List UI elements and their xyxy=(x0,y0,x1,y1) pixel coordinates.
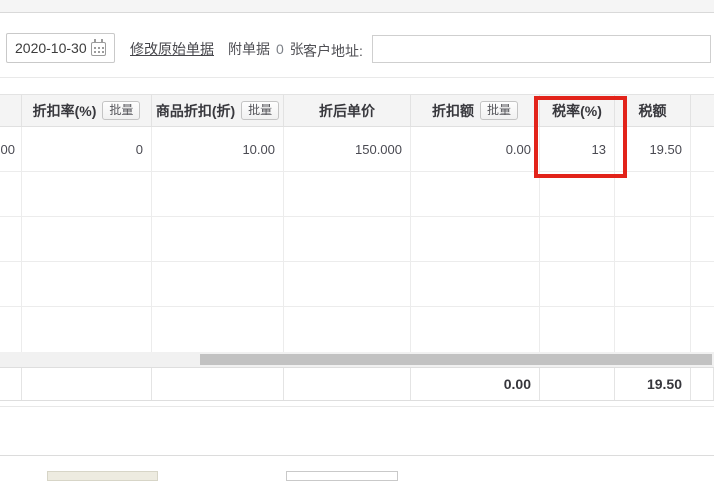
attach-doc-unit: 张 xyxy=(290,39,304,59)
cell-product-discount[interactable] xyxy=(152,172,284,216)
cell-discounted-price[interactable] xyxy=(284,307,411,352)
cell-discounted-price[interactable]: 150.000 xyxy=(284,127,411,171)
cell-discount-rate[interactable] xyxy=(22,307,152,352)
cell-tax-rate[interactable]: 13 xyxy=(540,127,615,171)
top-strip xyxy=(0,0,714,13)
col-header-extra xyxy=(691,95,714,126)
total-discount-rate xyxy=(22,368,152,400)
cell-discount-rate[interactable]: 0 xyxy=(22,127,152,171)
cell-discount-amount[interactable] xyxy=(411,262,540,306)
batch-button-discount-amount[interactable]: 批量 xyxy=(480,101,518,120)
total-tax-amount: 19.50 xyxy=(615,368,691,400)
total-discount-amount: 0.00 xyxy=(411,368,540,400)
cell-product-discount[interactable]: 10.00 xyxy=(152,127,284,171)
modify-original-doc-link[interactable]: 修改原始单据 xyxy=(130,39,214,59)
cell-tax-amount[interactable]: 19.50 xyxy=(615,127,691,171)
batch-button-discount-rate[interactable]: 批量 xyxy=(102,101,140,120)
col-header-product-discount: 商品折扣(折) 批量 xyxy=(152,95,284,126)
table-header-row: 折扣率(%) 批量 商品折扣(折) 批量 折后单价 折扣额 批量 税率(%) 税… xyxy=(0,94,714,127)
cell-discount-amount[interactable] xyxy=(411,172,540,216)
bottom-left-button-partial[interactable] xyxy=(47,471,158,481)
cell-discount-amount[interactable] xyxy=(411,307,540,352)
calendar-icon[interactable] xyxy=(91,42,106,56)
cell-discount-amount[interactable]: 0.00 xyxy=(411,127,540,171)
total-discounted-price xyxy=(284,368,411,400)
cell-rowno[interactable] xyxy=(0,172,22,216)
col-header-discount-rate: 折扣率(%) 批量 xyxy=(22,95,152,126)
scrollbar-thumb[interactable] xyxy=(200,354,712,365)
divider xyxy=(0,455,714,456)
cell-tax-rate[interactable] xyxy=(540,172,615,216)
col-header-tax-rate: 税率(%) xyxy=(540,95,615,126)
col-header-discounted-price: 折后单价 xyxy=(284,95,411,126)
customer-address-input[interactable] xyxy=(372,35,711,63)
toolbar-links: 修改原始单据 附单据 0 张 xyxy=(130,40,304,58)
cell-extra[interactable] xyxy=(691,172,714,216)
table-row xyxy=(0,307,714,352)
cell-discount-rate[interactable] xyxy=(22,172,152,216)
total-product-discount xyxy=(152,368,284,400)
attach-doc-label: 附单据 xyxy=(228,39,270,59)
batch-button-product-discount[interactable]: 批量 xyxy=(241,101,279,120)
divider xyxy=(0,406,714,407)
total-rowno xyxy=(0,368,22,400)
cell-product-discount[interactable] xyxy=(152,307,284,352)
customer-address-label: 客户地址: xyxy=(303,41,363,61)
total-tax-rate xyxy=(540,368,615,400)
cell-extra[interactable] xyxy=(691,307,714,352)
col-header-tax-amount: 税额 xyxy=(615,95,691,126)
cell-discounted-price[interactable] xyxy=(284,172,411,216)
table-row xyxy=(0,262,714,307)
table-row: 000 0 10.00 150.000 0.00 13 19.50 xyxy=(0,127,714,172)
attach-doc-count: 0 xyxy=(276,41,284,57)
cell-extra[interactable] xyxy=(691,262,714,306)
cell-tax-amount[interactable] xyxy=(615,262,691,306)
cell-tax-amount[interactable] xyxy=(615,217,691,261)
cell-tax-rate[interactable] xyxy=(540,217,615,261)
cell-discount-amount[interactable] xyxy=(411,217,540,261)
table-row xyxy=(0,217,714,262)
date-value: 2020-10-30 xyxy=(15,40,87,56)
cell-discounted-price[interactable] xyxy=(284,262,411,306)
cell-product-discount[interactable] xyxy=(152,217,284,261)
date-input[interactable]: 2020-10-30 xyxy=(6,33,115,63)
divider xyxy=(0,77,714,78)
cell-extra[interactable] xyxy=(691,127,714,171)
totals-row: 0.00 19.50 xyxy=(0,367,714,401)
cell-rowno[interactable] xyxy=(0,262,22,306)
cell-tax-rate[interactable] xyxy=(540,307,615,352)
table-row xyxy=(0,172,714,217)
cell-tax-amount[interactable] xyxy=(615,172,691,216)
bottom-right-button-partial[interactable] xyxy=(286,471,398,481)
cell-discount-rate[interactable] xyxy=(22,217,152,261)
cell-discount-rate[interactable] xyxy=(22,262,152,306)
col-header-rowno xyxy=(0,95,22,126)
cell-discounted-price[interactable] xyxy=(284,217,411,261)
horizontal-scrollbar[interactable] xyxy=(0,352,714,367)
col-header-discount-amount: 折扣额 批量 xyxy=(411,95,540,126)
cell-tax-amount[interactable] xyxy=(615,307,691,352)
total-extra xyxy=(691,368,714,400)
cell-rowno[interactable] xyxy=(0,217,22,261)
cell-rowno[interactable] xyxy=(0,307,22,352)
cell-rowno[interactable]: 000 xyxy=(0,127,22,171)
cell-product-discount[interactable] xyxy=(152,262,284,306)
cell-tax-rate[interactable] xyxy=(540,262,615,306)
cell-extra[interactable] xyxy=(691,217,714,261)
